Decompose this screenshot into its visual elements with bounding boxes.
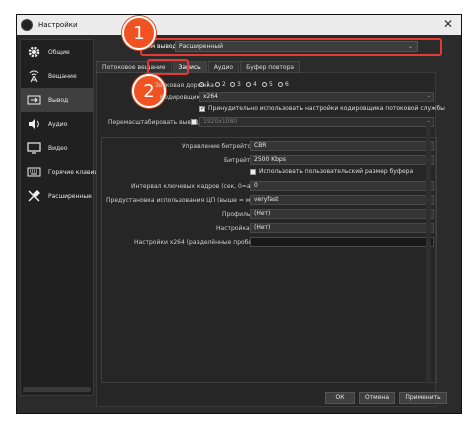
enforce-label: Принудительно использовать настройки код… <box>208 105 445 112</box>
rate-control-value: CBR <box>254 142 267 149</box>
bitrate-value: 2500 Kbps <box>254 156 286 163</box>
keyboard-icon <box>27 165 41 179</box>
audio-track-radio-3[interactable] <box>230 82 235 87</box>
audio-track-num: 6 <box>285 81 289 88</box>
x264-options-input[interactable] <box>250 237 434 247</box>
rescale-value: 1920x1080 <box>203 118 238 125</box>
cpu-preset-label: Предустановка использования ЦП (выше = м… <box>106 197 274 204</box>
profile-label: Профиль <box>222 211 251 218</box>
audio-track-num: 1 <box>206 81 210 88</box>
audio-track-radio-1[interactable] <box>199 82 204 87</box>
highlight-frame-1 <box>140 38 442 56</box>
content-scrollbar[interactable] <box>426 126 431 384</box>
sidebar: Общие Вещание Вывод Аудио Видео Горячие … <box>20 39 104 396</box>
tab-replay-buffer[interactable]: Буфер повтора <box>240 61 301 73</box>
sidebar-item-label: Вывод <box>48 96 69 104</box>
audio-track-num: 2 <box>222 81 226 88</box>
sidebar-item-label: Аудио <box>48 120 68 128</box>
output-tabs: Потоковое вещание Запись Аудио Буфер пов… <box>96 61 301 73</box>
rescale-select[interactable]: 1920x1080 ⌄ <box>199 117 434 127</box>
sidebar-item-video[interactable]: Видео <box>21 136 93 160</box>
sidebar-item-audio[interactable]: Аудио <box>21 112 93 136</box>
encoder-label: Кодировщик <box>160 94 201 101</box>
close-icon[interactable]: ✕ <box>443 17 453 31</box>
keyframe-value: 0 <box>254 182 258 189</box>
audio-track-num: 3 <box>237 81 241 88</box>
output-icon <box>27 93 41 107</box>
sidebar-scrollbar[interactable] <box>23 387 91 392</box>
apply-button[interactable]: Применить <box>399 392 447 404</box>
sidebar-item-output[interactable]: Вывод <box>21 88 93 112</box>
audio-track-num: 4 <box>253 81 257 88</box>
keyframe-input[interactable]: 0 ▴▾ <box>250 181 434 191</box>
rescale-label: Перемасштабировать вывод <box>108 119 199 126</box>
custom-buffer-checkbox[interactable] <box>250 169 256 175</box>
sidebar-item-label: Видео <box>48 144 68 152</box>
audio-track-num: 5 <box>269 81 273 88</box>
sidebar-item-stream[interactable]: Вещание <box>21 64 93 88</box>
profile-value: (Нет) <box>254 210 271 217</box>
rate-control-select[interactable]: CBR ⌄ <box>250 141 434 151</box>
keyframe-label: Интервал ключевых кадров (сек, 0=авто) <box>131 183 264 190</box>
tab-audio[interactable]: Аудио <box>207 61 240 73</box>
obs-logo-icon <box>21 19 33 31</box>
cpu-preset-value: veryfast <box>254 196 279 203</box>
sidebar-item-general[interactable]: Общие <box>21 40 93 64</box>
sidebar-item-label: Расширенные <box>48 192 92 200</box>
audio-track-radio-4[interactable] <box>246 82 251 87</box>
title-bar: Настройки ✕ <box>17 15 461 35</box>
gear-icon <box>27 45 41 59</box>
monitor-icon <box>27 141 41 155</box>
rate-control-label: Управление битрейтом <box>182 143 256 150</box>
cpu-preset-select[interactable]: veryfast ⌄ <box>250 195 434 205</box>
sidebar-item-advanced[interactable]: Расширенные <box>21 184 93 208</box>
audio-track-radio-6[interactable] <box>278 82 283 87</box>
highlight-frame-2 <box>147 59 189 75</box>
ok-button[interactable]: ОК <box>325 392 355 404</box>
enforce-checkbox[interactable] <box>199 105 205 112</box>
encoder-value: x264 <box>203 93 219 100</box>
custom-buffer-label: Использовать пользовательский размер буф… <box>259 168 414 175</box>
sidebar-item-label: Вещание <box>48 72 77 80</box>
tune-label: Настройка <box>216 225 250 232</box>
rescale-checkbox[interactable] <box>191 119 197 125</box>
speaker-icon <box>27 117 41 131</box>
chevron-down-icon: ⌄ <box>426 118 431 124</box>
tune-value: (Нет) <box>254 224 271 231</box>
broadcast-icon <box>27 69 41 83</box>
bitrate-input[interactable]: 2500 Kbps ▴▾ <box>250 155 434 165</box>
step-badge-1: 1 <box>122 16 156 50</box>
sidebar-item-label: Общие <box>48 48 70 56</box>
tools-icon <box>27 189 41 203</box>
audio-track-radio-5[interactable] <box>262 82 267 87</box>
chevron-down-icon: ⌄ <box>426 93 431 99</box>
step-badge-2: 2 <box>132 74 166 108</box>
window-title: Настройки <box>38 21 78 29</box>
bitrate-label: Битрейт <box>224 157 251 164</box>
x264-options-label: Настройки x264 (разделённые пробелом) <box>134 239 267 246</box>
profile-select[interactable]: (Нет) ⌄ <box>250 209 434 219</box>
audio-track-radio-2[interactable] <box>215 82 220 87</box>
tune-select[interactable]: (Нет) ⌄ <box>250 223 434 233</box>
cancel-button[interactable]: Отмена <box>359 392 395 404</box>
encoder-select[interactable]: x264 ⌄ <box>199 92 434 102</box>
sidebar-item-hotkeys[interactable]: Горячие клавиши <box>21 160 104 184</box>
